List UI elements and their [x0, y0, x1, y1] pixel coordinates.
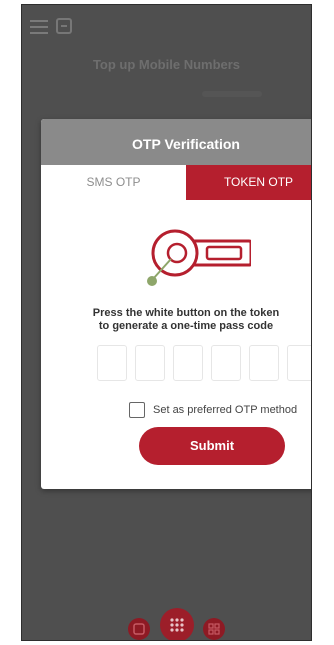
bottom-nav — [22, 608, 311, 640]
instruction-line-1: Press the white button on the token — [92, 307, 280, 319]
otp-digit-input[interactable] — [249, 345, 279, 381]
otp-digit-input[interactable] — [135, 345, 165, 381]
preferred-otp-checkbox[interactable] — [129, 402, 145, 418]
preferred-otp-row: Set as preferred OTP method — [129, 402, 297, 418]
token-instruction: Press the white button on the token to g… — [41, 307, 311, 333]
otp-digit-input[interactable] — [173, 345, 203, 381]
nav-left-icon[interactable] — [128, 618, 150, 640]
submit-button[interactable]: Submit — [139, 427, 285, 465]
hamburger-icon[interactable] — [30, 20, 48, 34]
preferred-otp-label: Set as preferred OTP method — [153, 404, 298, 416]
phone-screen: Top up Mobile Numbers OTP Verification S… — [21, 4, 312, 641]
tab-sms-otp[interactable]: SMS OTP — [41, 165, 186, 200]
otp-verification-modal: OTP Verification SMS OTP TOKEN OTP Press… — [41, 119, 311, 489]
top-bar — [22, 5, 311, 45]
modal-title: OTP Verification — [41, 119, 311, 165]
otp-input-group — [97, 345, 311, 381]
page-subtitle-placeholder — [202, 91, 262, 97]
otp-tabs: SMS OTP TOKEN OTP — [41, 165, 311, 200]
instruction-line-2: to generate a one-time pass code — [98, 320, 274, 332]
nav-right-icon[interactable] — [203, 618, 225, 640]
otp-digit-input[interactable] — [97, 345, 127, 381]
otp-digit-input[interactable] — [287, 345, 311, 381]
page-title: Top up Mobile Numbers — [92, 57, 241, 72]
otp-digit-input[interactable] — [211, 345, 241, 381]
token-device-icon — [147, 229, 251, 286]
grid-icon[interactable] — [160, 608, 194, 640]
tab-token-otp[interactable]: TOKEN OTP — [186, 165, 311, 200]
language-icon[interactable] — [56, 18, 72, 34]
